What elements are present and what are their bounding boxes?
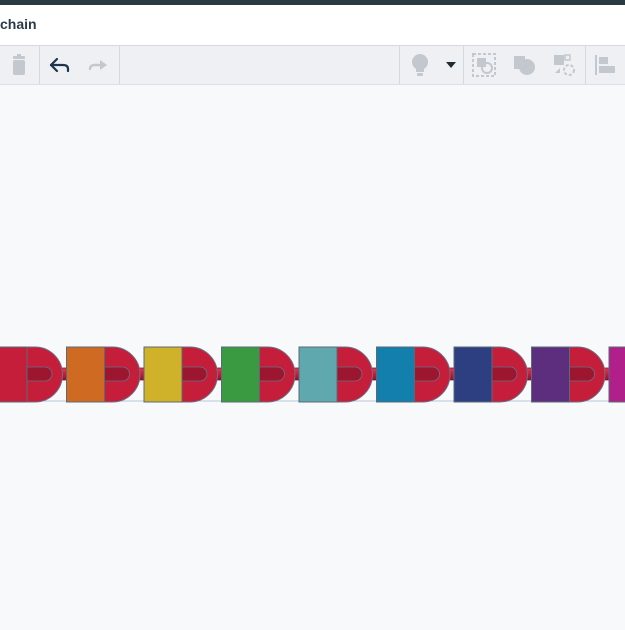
chain-block[interactable]	[221, 346, 260, 403]
chain-block[interactable]	[298, 346, 338, 403]
chain-link-notch[interactable]	[569, 366, 595, 382]
toolbar-separator	[463, 46, 464, 84]
group-icon	[472, 53, 496, 77]
align-button[interactable]	[590, 46, 620, 84]
chain-block[interactable]	[608, 346, 625, 403]
chain-block[interactable]	[0, 346, 28, 403]
redo-button[interactable]	[82, 46, 114, 84]
chain-block[interactable]	[531, 346, 570, 403]
chain-block[interactable]	[143, 346, 183, 403]
chain-block[interactable]	[453, 346, 493, 403]
toolbar-separator	[585, 46, 586, 84]
caret-down-icon	[446, 62, 456, 68]
chain-link-notch[interactable]	[336, 366, 363, 382]
toolbar-separator	[399, 46, 400, 84]
redo-icon	[88, 60, 107, 71]
notes-button[interactable]	[405, 46, 435, 84]
trash-icon	[13, 54, 25, 75]
delete-button[interactable]	[4, 46, 34, 84]
chain-link-notch[interactable]	[491, 366, 518, 382]
chain-link-notch[interactable]	[26, 366, 53, 382]
toolbar-separator	[39, 46, 40, 84]
notes-dropdown-button[interactable]	[441, 46, 461, 84]
workplane-canvas[interactable]	[0, 85, 625, 625]
title-bar: chain	[0, 5, 625, 46]
design-title[interactable]: chain	[0, 16, 37, 32]
group-button[interactable]	[468, 46, 500, 84]
chain-link-notch[interactable]	[104, 366, 130, 382]
chain-block[interactable]	[66, 346, 105, 403]
solid-hole-button[interactable]	[508, 46, 540, 84]
undo-button[interactable]	[44, 46, 76, 84]
chain-link-notch[interactable]	[181, 366, 208, 382]
align-icon	[595, 55, 615, 75]
chain-link-notch[interactable]	[414, 366, 440, 382]
undo-icon	[49, 57, 70, 73]
toolbar-separator	[119, 46, 120, 84]
solid-hole-icon	[514, 56, 535, 75]
chain-scene[interactable]	[0, 85, 625, 625]
mirror-button[interactable]	[548, 46, 580, 84]
chain-block[interactable]	[376, 346, 415, 403]
mirror-icon	[554, 54, 575, 76]
edit-toolbar	[0, 46, 625, 85]
chain-link-notch[interactable]	[259, 366, 285, 382]
lightbulb-icon	[412, 54, 428, 76]
